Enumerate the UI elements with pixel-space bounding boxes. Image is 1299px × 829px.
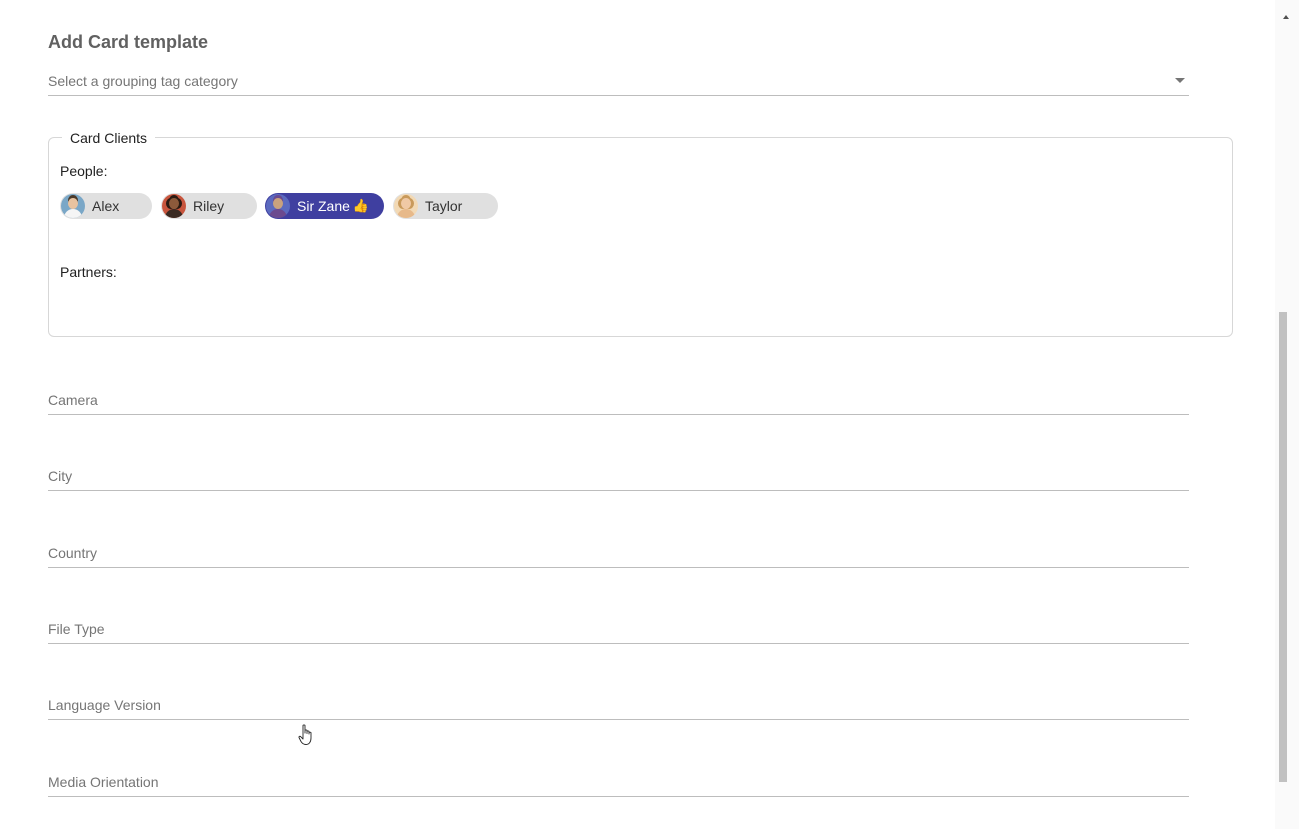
grouping-tag-category-placeholder: Select a grouping tag category bbox=[48, 73, 238, 89]
vertical-scrollbar[interactable] bbox=[1275, 0, 1299, 829]
file-type-field[interactable]: File Type bbox=[48, 616, 1189, 644]
hand-pointer-cursor-icon bbox=[298, 724, 312, 745]
camera-field-label: Camera bbox=[48, 392, 98, 408]
file-type-field-label: File Type bbox=[48, 621, 105, 637]
language-version-field-label: Language Version bbox=[48, 697, 161, 713]
language-version-field[interactable]: Language Version bbox=[48, 692, 1189, 720]
partners-label: Partners: bbox=[60, 264, 117, 280]
person-chip-label: Taylor bbox=[425, 198, 463, 214]
person-chip-taylor[interactable]: Taylor bbox=[393, 193, 498, 219]
media-orientation-field-label: Media Orientation bbox=[48, 774, 159, 790]
avatar-sir-zane bbox=[266, 194, 290, 218]
dropdown-caret-icon[interactable] bbox=[1175, 78, 1185, 83]
people-label: People: bbox=[60, 163, 108, 179]
city-field[interactable]: City bbox=[48, 463, 1189, 491]
add-card-template-form: Add Card template Select a grouping tag … bbox=[0, 0, 1275, 829]
person-chip-label: Sir Zane bbox=[297, 198, 350, 214]
card-clients-legend: Card Clients bbox=[62, 130, 156, 146]
person-chip-label: Alex bbox=[92, 198, 120, 214]
person-chip-label: Riley bbox=[193, 198, 225, 214]
person-chip-riley[interactable]: Riley bbox=[161, 193, 257, 219]
grouping-tag-category-select[interactable]: Select a grouping tag category bbox=[48, 70, 1189, 96]
country-field-label: Country bbox=[48, 545, 98, 561]
avatar-riley bbox=[162, 194, 186, 218]
city-field-label: City bbox=[48, 468, 73, 484]
scrollbar-thumb[interactable] bbox=[1279, 312, 1287, 782]
avatar-alex bbox=[61, 194, 85, 218]
page-title: Add Card template bbox=[48, 32, 209, 52]
card-clients-fieldset bbox=[48, 137, 1233, 337]
person-chip-alex[interactable]: Alex bbox=[60, 193, 152, 219]
thumbs-up-icon: 👍 bbox=[352, 198, 370, 213]
scroll-up-arrow-icon[interactable] bbox=[1283, 15, 1289, 19]
country-field[interactable]: Country bbox=[48, 540, 1189, 568]
camera-field[interactable]: Camera bbox=[48, 387, 1189, 415]
media-orientation-field[interactable]: Media Orientation bbox=[48, 769, 1189, 797]
avatar-taylor bbox=[394, 194, 418, 218]
person-chip-sir-zane[interactable]: Sir Zane 👍 bbox=[265, 193, 384, 219]
